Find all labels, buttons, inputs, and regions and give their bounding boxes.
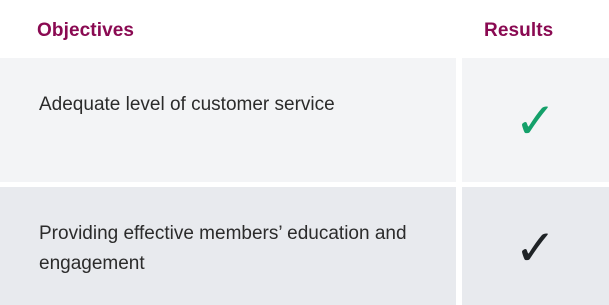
result-cell: ✓ — [462, 187, 609, 305]
objectives-results-table: Objectives Results Adequate level of cus… — [0, 0, 609, 305]
header-objectives: Objectives — [37, 20, 135, 41]
table-header: Objectives Results — [0, 0, 609, 58]
check-green-icon: ✓ — [514, 92, 557, 150]
objective-text: Adequate level of customer service — [39, 94, 335, 115]
check-dark-icon: ✓ — [514, 219, 557, 277]
objective-cell: Providing effective members’ education a… — [0, 187, 456, 305]
objective-text: Providing effective members’ education a… — [39, 223, 407, 274]
table-row: Adequate level of customer service ✓ — [0, 58, 609, 182]
result-cell: ✓ — [462, 58, 609, 182]
objective-cell: Adequate level of customer service — [0, 58, 456, 182]
header-results: Results — [484, 20, 554, 41]
table-row: Providing effective members’ education a… — [0, 187, 609, 305]
